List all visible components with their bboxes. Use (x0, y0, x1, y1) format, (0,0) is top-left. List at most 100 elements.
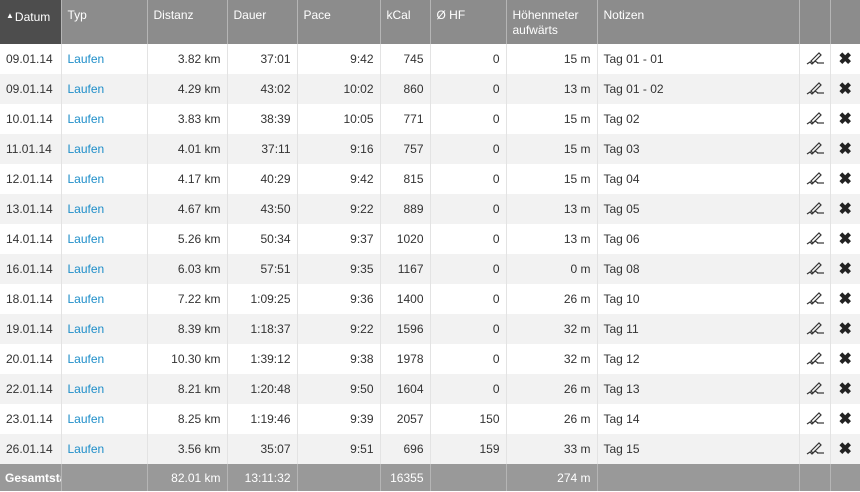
delete-x-icon[interactable]: ✖ (830, 44, 860, 74)
cell-distance: 3.82 km (147, 44, 228, 74)
table-row: 13.01.14 Laufen 4.67 km 43:50 9:22 889 0 13 m Ta… (0, 194, 860, 224)
edit-pencil-icon[interactable] (799, 164, 831, 194)
cell-elevation: 26 m (506, 404, 598, 434)
cell-date: 09.01.14 (0, 74, 62, 104)
cell-elevation: 32 m (506, 344, 598, 374)
table-body: 09.01.14 Laufen 3.82 km 37:01 9:42 745 0 15 m Ta… (0, 44, 860, 464)
activity-type-link[interactable]: Laufen (68, 322, 105, 336)
cell-elevation: 15 m (506, 164, 598, 194)
column-header-notizen[interactable]: Notizen (597, 0, 800, 44)
activity-type-link[interactable]: Laufen (68, 142, 105, 156)
activity-type-link[interactable]: Laufen (68, 412, 105, 426)
edit-pencil-icon[interactable] (799, 314, 831, 344)
cell-type: Laufen (61, 434, 148, 464)
cell-date: 14.01.14 (0, 224, 62, 254)
delete-x-icon[interactable]: ✖ (830, 254, 860, 284)
cell-kcal: 889 (380, 194, 431, 224)
summary-elevation: 274 m (506, 464, 598, 491)
cell-pace: 9:42 (297, 164, 381, 194)
cell-note: Tag 08 (597, 254, 800, 284)
edit-pencil-icon[interactable] (799, 284, 831, 314)
cell-pace: 9:42 (297, 44, 381, 74)
table-row: 16.01.14 Laufen 6.03 km 57:51 9:35 1167 0 0 m Ta… (0, 254, 860, 284)
column-header-typ[interactable]: Typ (61, 0, 148, 44)
column-header-hf[interactable]: Ø HF (430, 0, 507, 44)
cell-elevation: 13 m (506, 224, 598, 254)
summary-edit (799, 464, 831, 491)
edit-pencil-icon[interactable] (799, 404, 831, 434)
cell-type: Laufen (61, 104, 148, 134)
edit-pencil-icon[interactable] (799, 374, 831, 404)
cell-pace: 9:16 (297, 134, 381, 164)
delete-x-icon[interactable]: ✖ (830, 194, 860, 224)
cell-elevation: 33 m (506, 434, 598, 464)
activity-type-link[interactable]: Laufen (68, 202, 105, 216)
column-header-dauer[interactable]: Dauer (227, 0, 298, 44)
activity-table: ▲Datum Typ Distanz Dauer Pace kCal Ø HF … (0, 0, 860, 491)
edit-pencil-icon[interactable] (799, 104, 831, 134)
cell-duration: 38:39 (227, 104, 298, 134)
delete-x-icon[interactable]: ✖ (830, 344, 860, 374)
activity-type-link[interactable]: Laufen (68, 442, 105, 456)
column-header-distanz[interactable]: Distanz (147, 0, 228, 44)
activity-type-link[interactable]: Laufen (68, 352, 105, 366)
activity-type-link[interactable]: Laufen (68, 82, 105, 96)
delete-x-icon[interactable]: ✖ (830, 284, 860, 314)
edit-pencil-icon[interactable] (799, 44, 831, 74)
activity-type-link[interactable]: Laufen (68, 172, 105, 186)
cell-distance: 4.67 km (147, 194, 228, 224)
cell-kcal: 2057 (380, 404, 431, 434)
cell-type: Laufen (61, 344, 148, 374)
column-header-datum[interactable]: ▲Datum (0, 0, 62, 44)
activity-type-link[interactable]: Laufen (68, 382, 105, 396)
delete-x-icon[interactable]: ✖ (830, 314, 860, 344)
cell-duration: 50:34 (227, 224, 298, 254)
column-header-kcal[interactable]: kCal (380, 0, 431, 44)
edit-pencil-icon[interactable] (799, 194, 831, 224)
cell-duration: 1:39:12 (227, 344, 298, 374)
delete-x-icon[interactable]: ✖ (830, 104, 860, 134)
cell-kcal: 1596 (380, 314, 431, 344)
delete-x-icon[interactable]: ✖ (830, 374, 860, 404)
edit-pencil-icon[interactable] (799, 344, 831, 374)
cell-note: Tag 11 (597, 314, 800, 344)
cell-pace: 10:02 (297, 74, 381, 104)
delete-x-icon[interactable]: ✖ (830, 404, 860, 434)
cell-pace: 9:22 (297, 314, 381, 344)
delete-x-icon[interactable]: ✖ (830, 134, 860, 164)
cell-hf: 0 (430, 284, 507, 314)
edit-pencil-icon[interactable] (799, 134, 831, 164)
cell-kcal: 1400 (380, 284, 431, 314)
summary-typ (61, 464, 148, 491)
cell-hf: 0 (430, 134, 507, 164)
cell-distance: 8.39 km (147, 314, 228, 344)
cell-kcal: 745 (380, 44, 431, 74)
activity-type-link[interactable]: Laufen (68, 232, 105, 246)
delete-x-icon[interactable]: ✖ (830, 74, 860, 104)
column-header-hoehenmeter[interactable]: Höhenmeter aufwärts (506, 0, 598, 44)
activity-type-link[interactable]: Laufen (68, 112, 105, 126)
table-row: 09.01.14 Laufen 3.82 km 37:01 9:42 745 0 15 m Ta… (0, 44, 860, 74)
edit-pencil-icon[interactable] (799, 434, 831, 464)
delete-x-icon[interactable]: ✖ (830, 164, 860, 194)
column-header-pace[interactable]: Pace (297, 0, 381, 44)
delete-x-icon[interactable]: ✖ (830, 224, 860, 254)
column-header-notizen-label: Notizen (603, 8, 645, 22)
edit-pencil-icon[interactable] (799, 254, 831, 284)
table-row: 19.01.14 Laufen 8.39 km 1:18:37 9:22 1596 0 32 … (0, 314, 860, 344)
cell-elevation: 15 m (506, 134, 598, 164)
cell-elevation: 32 m (506, 314, 598, 344)
cell-elevation: 13 m (506, 74, 598, 104)
cell-kcal: 757 (380, 134, 431, 164)
activity-type-link[interactable]: Laufen (68, 52, 105, 66)
cell-note: Tag 04 (597, 164, 800, 194)
edit-pencil-icon[interactable] (799, 74, 831, 104)
edit-pencil-icon[interactable] (799, 224, 831, 254)
cell-type: Laufen (61, 374, 148, 404)
cell-type: Laufen (61, 44, 148, 74)
activity-type-link[interactable]: Laufen (68, 262, 105, 276)
cell-hf: 0 (430, 164, 507, 194)
cell-note: Tag 06 (597, 224, 800, 254)
activity-type-link[interactable]: Laufen (68, 292, 105, 306)
delete-x-icon[interactable]: ✖ (830, 434, 860, 464)
